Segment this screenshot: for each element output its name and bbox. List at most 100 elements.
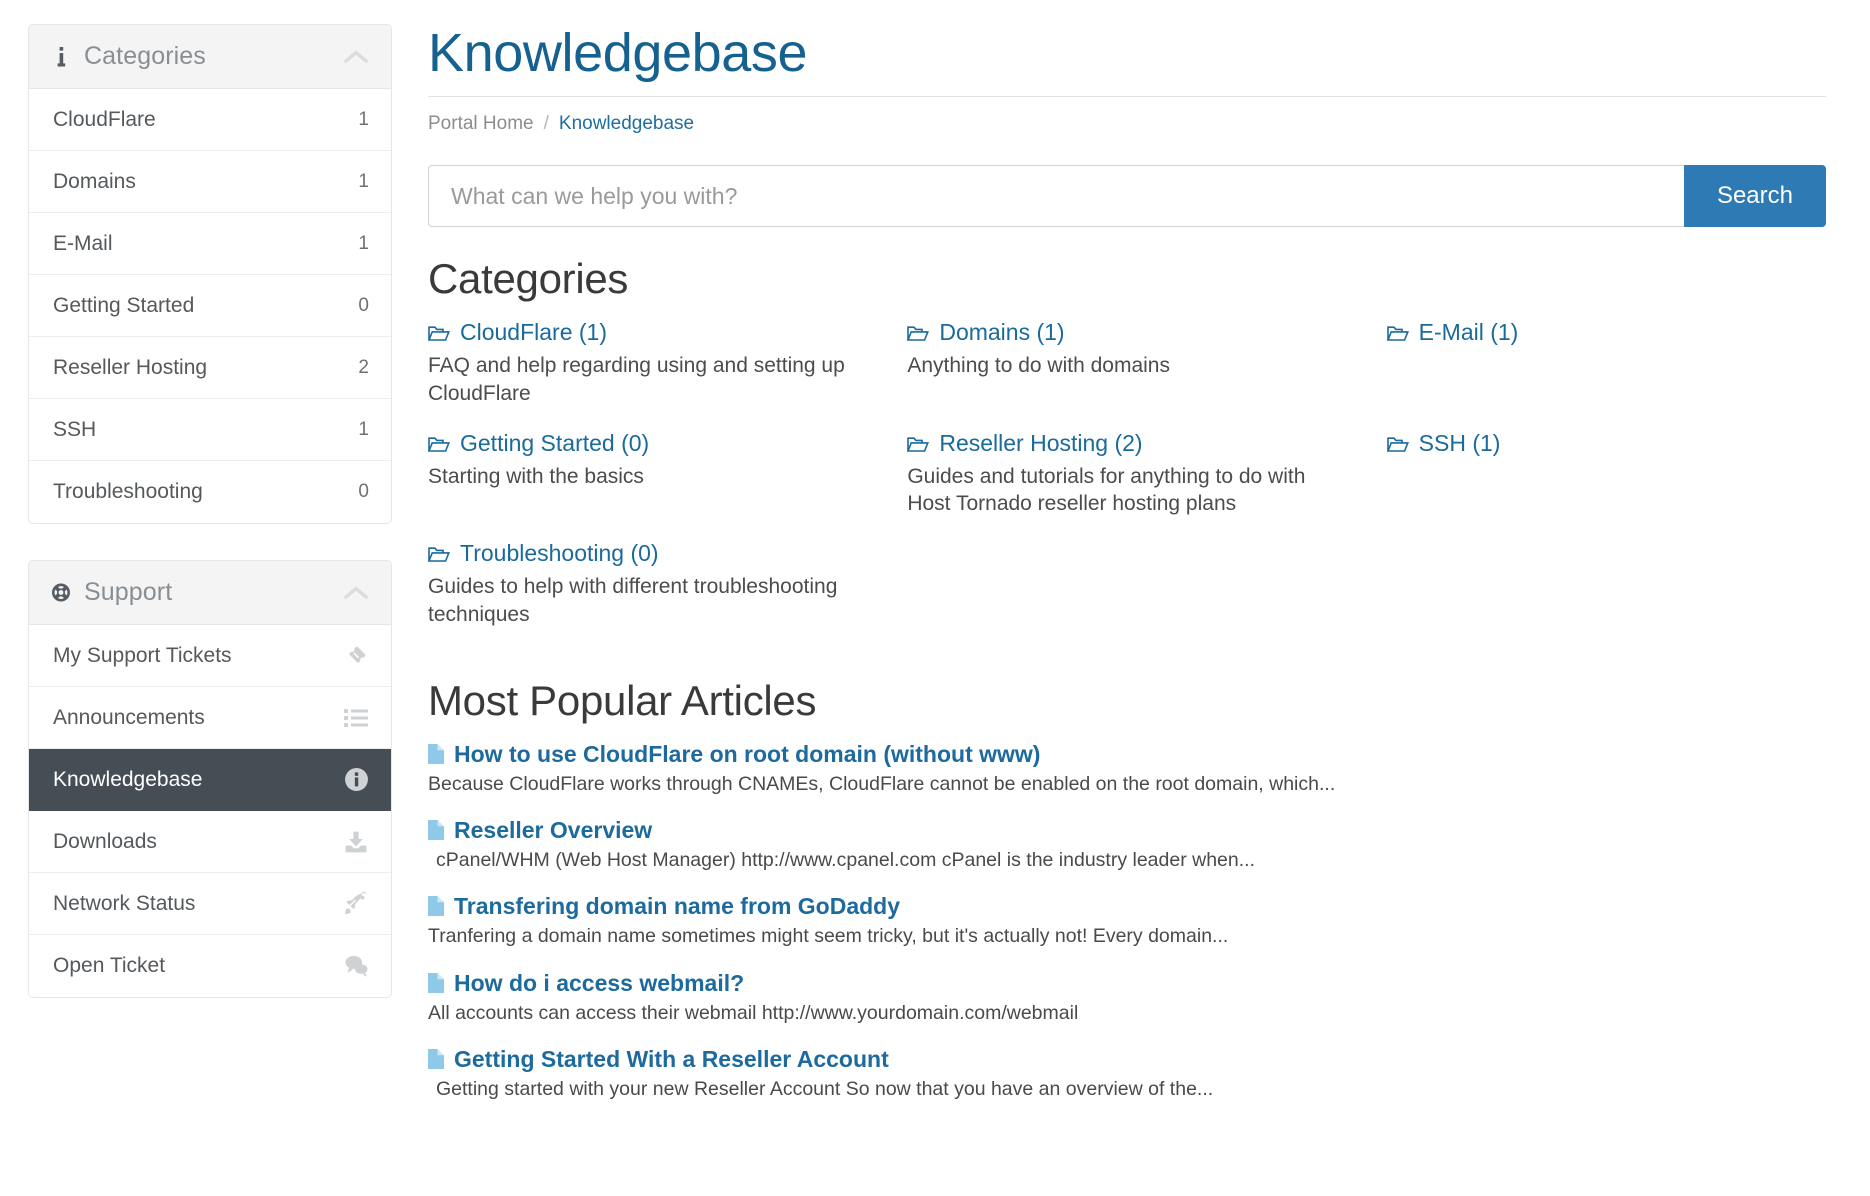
- category-description: Guides and tutorials for anything to do …: [907, 464, 1306, 516]
- support-panel-title: Support: [84, 578, 173, 606]
- sidebar-item-label: Knowledgebase: [53, 767, 203, 791]
- sidebar-category-count: 1: [358, 232, 369, 254]
- category-link-getting-started[interactable]: Getting Started (0): [427, 429, 867, 457]
- article-link-cloudflare-root-domain[interactable]: How to use CloudFlare on root domain (wi…: [428, 741, 1826, 768]
- folder-open-icon: [1386, 432, 1409, 459]
- article-item: Getting Started With a Reseller Account …: [428, 1046, 1826, 1102]
- info-circle-icon: [343, 767, 369, 792]
- sidebar-category-troubleshooting[interactable]: Troubleshooting 0: [29, 461, 391, 523]
- articles-section-title: Most Popular Articles: [428, 676, 817, 724]
- ticket-icon: [343, 644, 369, 668]
- categories-panel-header[interactable]: Categories: [29, 25, 391, 89]
- category-card-domains: Domains (1) Anything to do with domains: [907, 319, 1346, 407]
- sidebar-category-count: 0: [358, 481, 369, 502]
- category-description: Guides to help with different troublesho…: [428, 575, 838, 626]
- file-icon: [428, 895, 444, 922]
- article-title: Getting Started With a Reseller Account: [454, 1045, 889, 1072]
- support-menu: My Support Tickets Announcements Knowled…: [29, 625, 391, 997]
- category-link-label: Reseller Hosting (2): [939, 429, 1143, 456]
- search-input[interactable]: [428, 165, 1684, 228]
- categories-grid: CloudFlare (1) FAQ and help regarding us…: [427, 319, 1826, 628]
- article-link-getting-started-reseller-account[interactable]: Getting Started With a Reseller Account: [428, 1046, 1826, 1073]
- lifebuoy-icon: [51, 581, 71, 604]
- file-icon: [428, 1048, 444, 1075]
- category-card-troubleshooting: Troubleshooting (0) Guides to help with …: [427, 540, 867, 628]
- sidebar-category-count: 2: [358, 356, 369, 378]
- chevron-up-icon[interactable]: [343, 49, 369, 65]
- category-link-reseller-hosting[interactable]: Reseller Hosting (2): [907, 430, 1346, 457]
- folder-open-icon: [427, 321, 450, 348]
- sidebar-item-label: Announcements: [53, 705, 205, 729]
- sidebar-item-announcements[interactable]: Announcements: [29, 687, 391, 749]
- folder-open-icon: [1386, 321, 1409, 348]
- page-title: Knowledgebase: [428, 23, 808, 83]
- sidebar-category-email[interactable]: E-Mail 1: [29, 213, 391, 275]
- article-link-transfering-domain-godaddy[interactable]: Transfering domain name from GoDaddy: [428, 893, 1826, 920]
- chevron-up-icon[interactable]: [343, 585, 369, 601]
- category-link-troubleshooting[interactable]: Troubleshooting (0): [427, 540, 867, 567]
- sidebar-category-label: Reseller Hosting: [53, 355, 208, 379]
- rocket-icon: [343, 891, 369, 916]
- article-title: How to use CloudFlare on root domain (wi…: [454, 740, 1041, 767]
- article-title: Reseller Overview: [454, 816, 653, 843]
- category-link-label: Domains (1): [939, 319, 1065, 346]
- folder-open-icon: [907, 321, 930, 348]
- sidebar-category-domains[interactable]: Domains 1: [29, 151, 391, 213]
- category-link-label: Getting Started (0): [460, 429, 650, 456]
- categories-list: CloudFlare 1 Domains 1 E-Mail 1 Getting …: [29, 89, 391, 523]
- category-description: Anything to do with domains: [907, 354, 1170, 378]
- sidebar-category-label: CloudFlare: [53, 107, 156, 131]
- sidebar-item-label: Network Status: [53, 891, 196, 915]
- sidebar-category-label: Domains: [53, 169, 136, 193]
- article-title: How do i access webmail?: [454, 969, 745, 996]
- article-title: Transfering domain name from GoDaddy: [454, 893, 901, 920]
- breadcrumb-portal-home[interactable]: Portal Home: [428, 113, 534, 135]
- category-link-label: CloudFlare (1): [460, 319, 607, 346]
- support-panel: Support My Support Tickets Announcements…: [28, 560, 392, 998]
- main-content: Knowledgebase Portal Home / Knowledgebas…: [420, 24, 1860, 1122]
- article-link-access-webmail[interactable]: How do i access webmail?: [428, 970, 1826, 997]
- sidebar-item-label: Downloads: [53, 829, 157, 853]
- category-card-getting-started: Getting Started (0) Starting with the ba…: [427, 429, 867, 518]
- knowledgebase-page: Categories CloudFlare 1 Domains 1 E-Mail…: [0, 0, 1870, 1196]
- sidebar-category-label: Getting Started: [53, 293, 195, 317]
- sidebar-item-label: My Support Tickets: [53, 643, 232, 667]
- folder-open-icon: [907, 432, 930, 459]
- category-card-email: E-Mail (1): [1386, 319, 1826, 407]
- breadcrumb-current[interactable]: Knowledgebase: [559, 113, 694, 135]
- sidebar-item-open-ticket[interactable]: Open Ticket: [29, 935, 391, 997]
- article-item: How to use CloudFlare on root domain (wi…: [428, 741, 1826, 797]
- article-link-reseller-overview[interactable]: Reseller Overview: [428, 817, 1826, 844]
- sidebar-category-ssh[interactable]: SSH 1: [29, 399, 391, 461]
- category-link-ssh[interactable]: SSH (1): [1386, 429, 1826, 459]
- category-link-label: SSH (1): [1418, 429, 1501, 456]
- category-card-cloudflare: CloudFlare (1) FAQ and help regarding us…: [427, 319, 867, 407]
- article-excerpt: All accounts can access their webmail ht…: [428, 1001, 1079, 1024]
- sidebar-item-knowledgebase[interactable]: Knowledgebase: [29, 749, 391, 811]
- sidebar-item-label: Open Ticket: [53, 954, 166, 977]
- sidebar-category-cloudflare[interactable]: CloudFlare 1: [29, 89, 391, 151]
- category-link-email[interactable]: E-Mail (1): [1386, 319, 1826, 348]
- category-card-ssh: SSH (1): [1386, 429, 1826, 518]
- category-link-label: Troubleshooting (0): [460, 540, 659, 567]
- breadcrumb: Portal Home / Knowledgebase: [428, 96, 1826, 135]
- sidebar-item-network-status[interactable]: Network Status: [29, 873, 391, 935]
- category-link-cloudflare[interactable]: CloudFlare (1): [427, 319, 867, 348]
- article-item: Reseller Overview cPanel/WHM (Web Host M…: [428, 817, 1826, 873]
- support-panel-header[interactable]: Support: [29, 561, 391, 625]
- sidebar: Categories CloudFlare 1 Domains 1 E-Mail…: [0, 24, 420, 1034]
- article-excerpt: Tranfering a domain name sometimes might…: [428, 925, 1229, 948]
- category-link-domains[interactable]: Domains (1): [907, 319, 1346, 346]
- sidebar-item-my-support-tickets[interactable]: My Support Tickets: [29, 625, 391, 687]
- sidebar-item-downloads[interactable]: Downloads: [29, 811, 391, 873]
- comments-icon: [343, 954, 369, 978]
- categories-panel: Categories CloudFlare 1 Domains 1 E-Mail…: [28, 24, 392, 524]
- article-item: Transfering domain name from GoDaddy Tra…: [428, 893, 1826, 949]
- categories-panel-title: Categories: [84, 42, 206, 70]
- category-description: FAQ and help regarding using and setting…: [428, 354, 845, 406]
- sidebar-category-getting-started[interactable]: Getting Started 0: [29, 275, 391, 337]
- article-excerpt: cPanel/WHM (Web Host Manager) http://www…: [436, 848, 1255, 871]
- search-button[interactable]: Search: [1683, 165, 1826, 228]
- category-description: Starting with the basics: [428, 464, 644, 488]
- sidebar-category-reseller-hosting[interactable]: Reseller Hosting 2: [29, 337, 391, 399]
